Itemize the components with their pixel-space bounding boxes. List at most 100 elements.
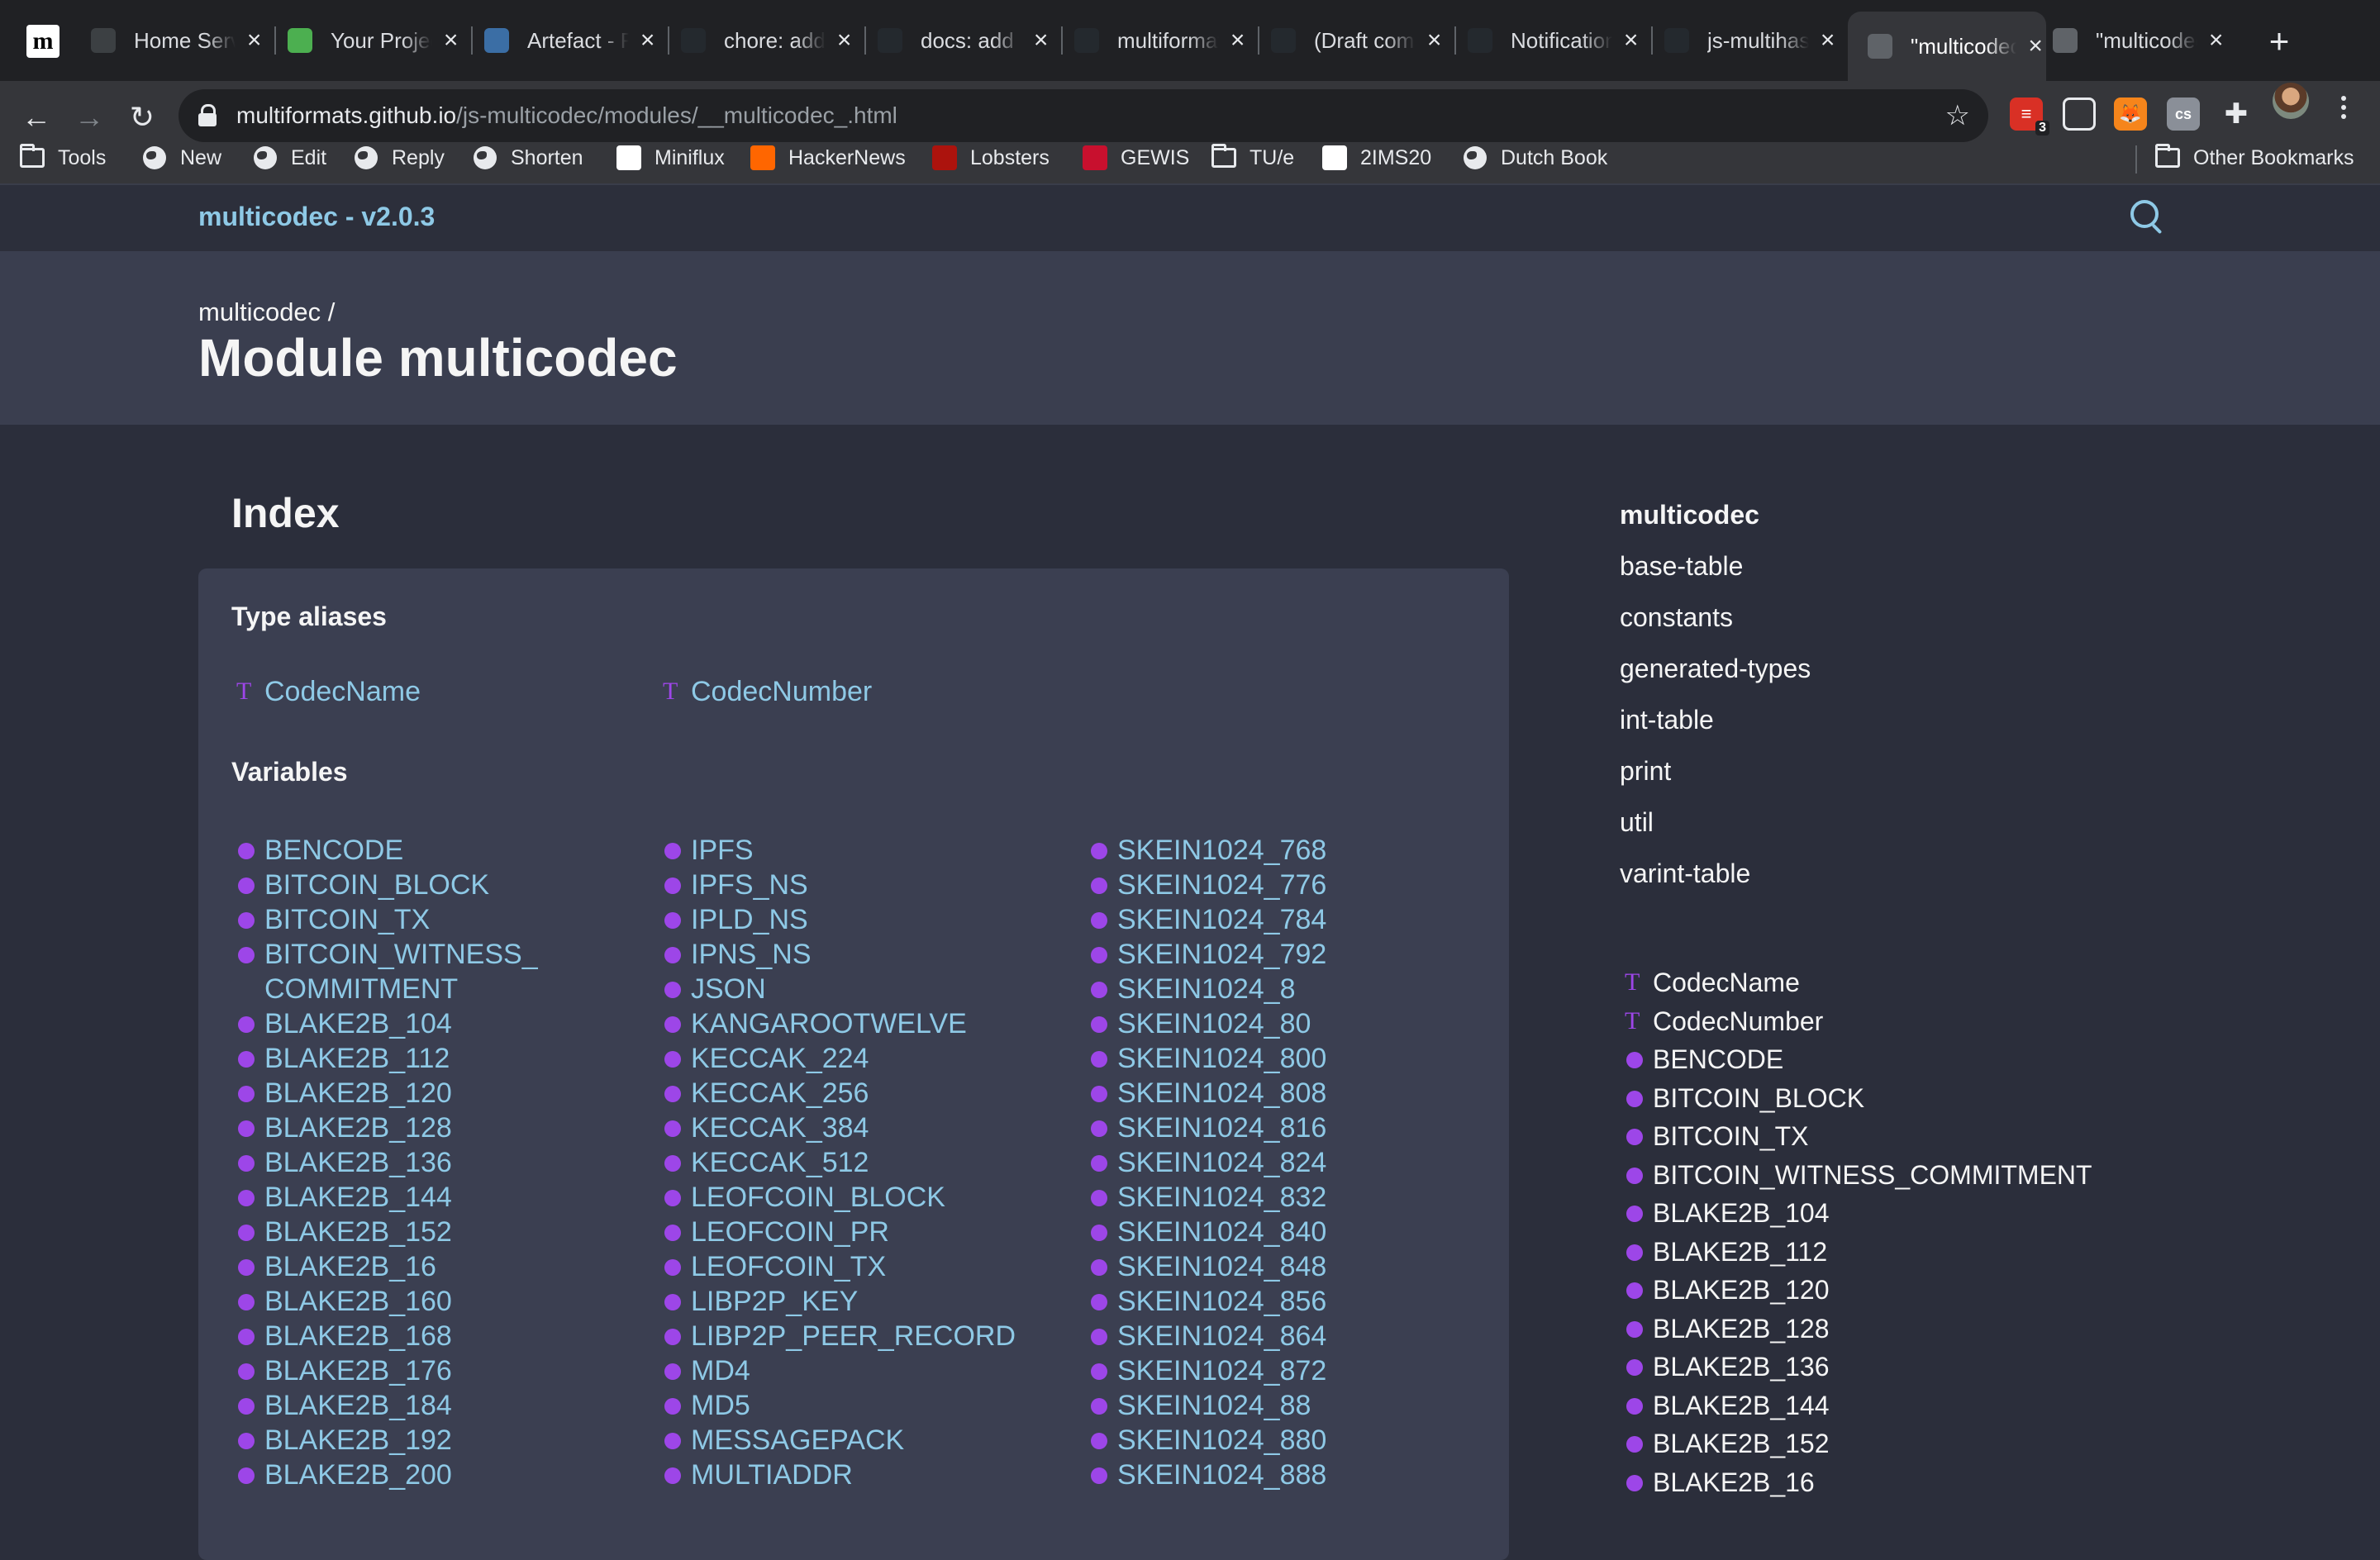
variable-link[interactable]: KECCAK_256 (658, 1076, 1088, 1111)
variable-link[interactable]: BLAKE2B_136 (231, 1145, 529, 1180)
close-tab-icon[interactable]: × (1424, 26, 1445, 54)
bookmark-star-icon[interactable]: ☆ (1945, 99, 1970, 132)
browser-tab[interactable]: (Draft comment) × (1271, 15, 1456, 66)
variable-link[interactable]: KECCAK_512 (658, 1145, 1088, 1180)
member-nav-item[interactable]: BITCOIN_TX (1623, 1117, 2284, 1156)
forward-icon[interactable]: → (68, 96, 111, 139)
member-nav-item[interactable]: BITCOIN_WITNESS_COMMITMENT (1623, 1156, 2284, 1195)
variable-link[interactable]: LEOFCOIN_BLOCK (658, 1180, 1088, 1215)
type-alias-link[interactable]: T CodecNumber (658, 674, 1088, 709)
variable-link[interactable]: BLAKE2B_112 (231, 1041, 529, 1076)
member-nav-item[interactable]: BLAKE2B_144 (1623, 1386, 2284, 1425)
variable-link[interactable]: LEOFCOIN_TX (658, 1249, 1088, 1284)
variable-link[interactable]: BLAKE2B_144 (231, 1180, 529, 1215)
browser-tab[interactable]: chore: add × (681, 15, 866, 66)
variable-link[interactable]: SKEIN1024_776 (1084, 868, 1514, 902)
variable-link[interactable]: BLAKE2B_160 (231, 1284, 529, 1319)
bookmark-item[interactable]: GEWIS (1083, 145, 1189, 170)
module-nav-item[interactable]: print (1620, 745, 1811, 797)
variable-link[interactable]: IPFS (658, 833, 1088, 868)
close-tab-icon[interactable]: × (2025, 32, 2046, 59)
variable-link[interactable]: BITCOIN_WITNESS_ COMMITMENT (231, 937, 538, 1006)
bookmark-item[interactable]: Miniflux (616, 145, 725, 170)
profile-avatar[interactable] (2273, 83, 2309, 119)
member-nav-item[interactable]: BLAKE2B_136 (1623, 1348, 2284, 1386)
variable-link[interactable]: SKEIN1024_880 (1084, 1423, 1514, 1458)
module-nav-item[interactable]: generated-types (1620, 643, 1811, 694)
close-tab-icon[interactable]: × (244, 26, 264, 54)
variable-link[interactable]: MD4 (658, 1353, 1088, 1388)
new-tab-button[interactable]: + (2259, 21, 2299, 61)
browser-tab[interactable]: Your Projects × (288, 15, 473, 66)
variable-link[interactable]: SKEIN1024_8 (1084, 972, 1514, 1006)
variable-link[interactable]: SKEIN1024_784 (1084, 902, 1514, 937)
variable-link[interactable]: SKEIN1024_840 (1084, 1215, 1514, 1249)
variable-link[interactable]: SKEIN1024_856 (1084, 1284, 1514, 1319)
back-icon[interactable]: ← (15, 96, 58, 139)
variable-link[interactable]: MD5 (658, 1388, 1088, 1423)
variable-link[interactable]: SKEIN1024_824 (1084, 1145, 1514, 1180)
browser-tab[interactable]: Notifications × (1468, 15, 1653, 66)
variable-link[interactable]: BLAKE2B_104 (231, 1006, 529, 1041)
member-nav-item[interactable]: BLAKE2B_112 (1623, 1233, 2284, 1272)
site-brand-link[interactable]: multicodec - v2.0.3 (198, 202, 435, 232)
member-nav-item[interactable]: T CodecName (1623, 963, 2284, 1002)
address-bar[interactable]: multiformats.github.io/js-multicodec/mod… (178, 89, 1988, 142)
browser-tab[interactable]: "multicodec × (2053, 15, 2226, 66)
bookmark-other-bookmarks[interactable]: Other Bookmarks (2155, 144, 2354, 170)
variable-link[interactable]: IPFS_NS (658, 868, 1088, 902)
bookmark-item[interactable]: New (142, 145, 221, 170)
bookmark-item[interactable]: 2IMS20 (1322, 145, 1431, 170)
close-tab-icon[interactable]: × (834, 26, 854, 54)
variable-link[interactable]: SKEIN1024_864 (1084, 1319, 1514, 1353)
module-nav-item[interactable]: int-table (1620, 694, 1811, 745)
bookmark-item[interactable]: Shorten (473, 145, 583, 170)
variable-link[interactable]: SKEIN1024_768 (1084, 833, 1514, 868)
browser-tab[interactable]: multiformats × (1074, 15, 1259, 66)
lock-icon[interactable] (198, 104, 217, 127)
browser-tab[interactable]: "multicodec × (1848, 12, 2046, 81)
bookmark-item[interactable]: Edit (253, 145, 326, 170)
variable-link[interactable]: BLAKE2B_168 (231, 1319, 529, 1353)
browser-tab[interactable]: Artefact - RS Wiki × (484, 15, 669, 66)
variable-link[interactable]: JSON (658, 972, 1088, 1006)
variable-link[interactable]: BLAKE2B_16 (231, 1249, 529, 1284)
close-tab-icon[interactable]: × (2206, 26, 2226, 54)
cube-extension-icon[interactable] (2063, 98, 2096, 131)
close-tab-icon[interactable]: × (1031, 26, 1051, 54)
bookmark-label[interactable]: Other Bookmarks (2193, 146, 2354, 170)
module-nav-item[interactable]: varint-table (1620, 848, 1811, 899)
variable-link[interactable]: SKEIN1024_848 (1084, 1249, 1514, 1284)
close-tab-icon[interactable]: × (637, 26, 658, 54)
member-nav-item[interactable]: BENCODE (1623, 1040, 2284, 1079)
variable-link[interactable]: MESSAGEPACK (658, 1423, 1088, 1458)
search-icon[interactable] (2130, 200, 2163, 236)
member-nav-item[interactable]: BITCOIN_BLOCK (1623, 1079, 2284, 1118)
variable-link[interactable]: BLAKE2B_192 (231, 1423, 529, 1458)
bookmark-item[interactable]: Lobsters (932, 145, 1050, 170)
variable-link[interactable]: BLAKE2B_120 (231, 1076, 529, 1111)
module-nav-item[interactable]: base-table (1620, 540, 1811, 592)
variable-link[interactable]: IPNS_NS (658, 937, 1088, 972)
variable-link[interactable]: KECCAK_384 (658, 1111, 1088, 1145)
variable-link[interactable]: BLAKE2B_152 (231, 1215, 529, 1249)
variable-link[interactable]: BLAKE2B_176 (231, 1353, 529, 1388)
variable-link[interactable]: SKEIN1024_800 (1084, 1041, 1514, 1076)
variable-link[interactable]: LEOFCOIN_PR (658, 1215, 1088, 1249)
variable-link[interactable]: SKEIN1024_808 (1084, 1076, 1514, 1111)
reload-icon[interactable]: ↻ (121, 96, 164, 139)
bookmark-item[interactable]: TU/e (1211, 144, 1294, 170)
variable-link[interactable]: SKEIN1024_872 (1084, 1353, 1514, 1388)
variable-link[interactable]: LIBP2P_KEY (658, 1284, 1088, 1319)
variable-link[interactable]: SKEIN1024_832 (1084, 1180, 1514, 1215)
close-tab-icon[interactable]: × (1621, 26, 1641, 54)
variable-link[interactable]: BITCOIN_BLOCK (231, 868, 529, 902)
browser-menu-icon[interactable] (2334, 89, 2354, 126)
lastpass-extension-icon[interactable]: cs (2167, 98, 2200, 131)
variable-link[interactable]: SKEIN1024_792 (1084, 937, 1514, 972)
module-nav-item[interactable]: multicodec (1620, 489, 1811, 540)
module-nav-item[interactable]: util (1620, 797, 1811, 848)
member-nav-item[interactable]: T CodecNumber (1623, 1002, 2284, 1041)
module-nav-item[interactable]: constants (1620, 592, 1811, 643)
variable-link[interactable]: BITCOIN_TX (231, 902, 529, 937)
